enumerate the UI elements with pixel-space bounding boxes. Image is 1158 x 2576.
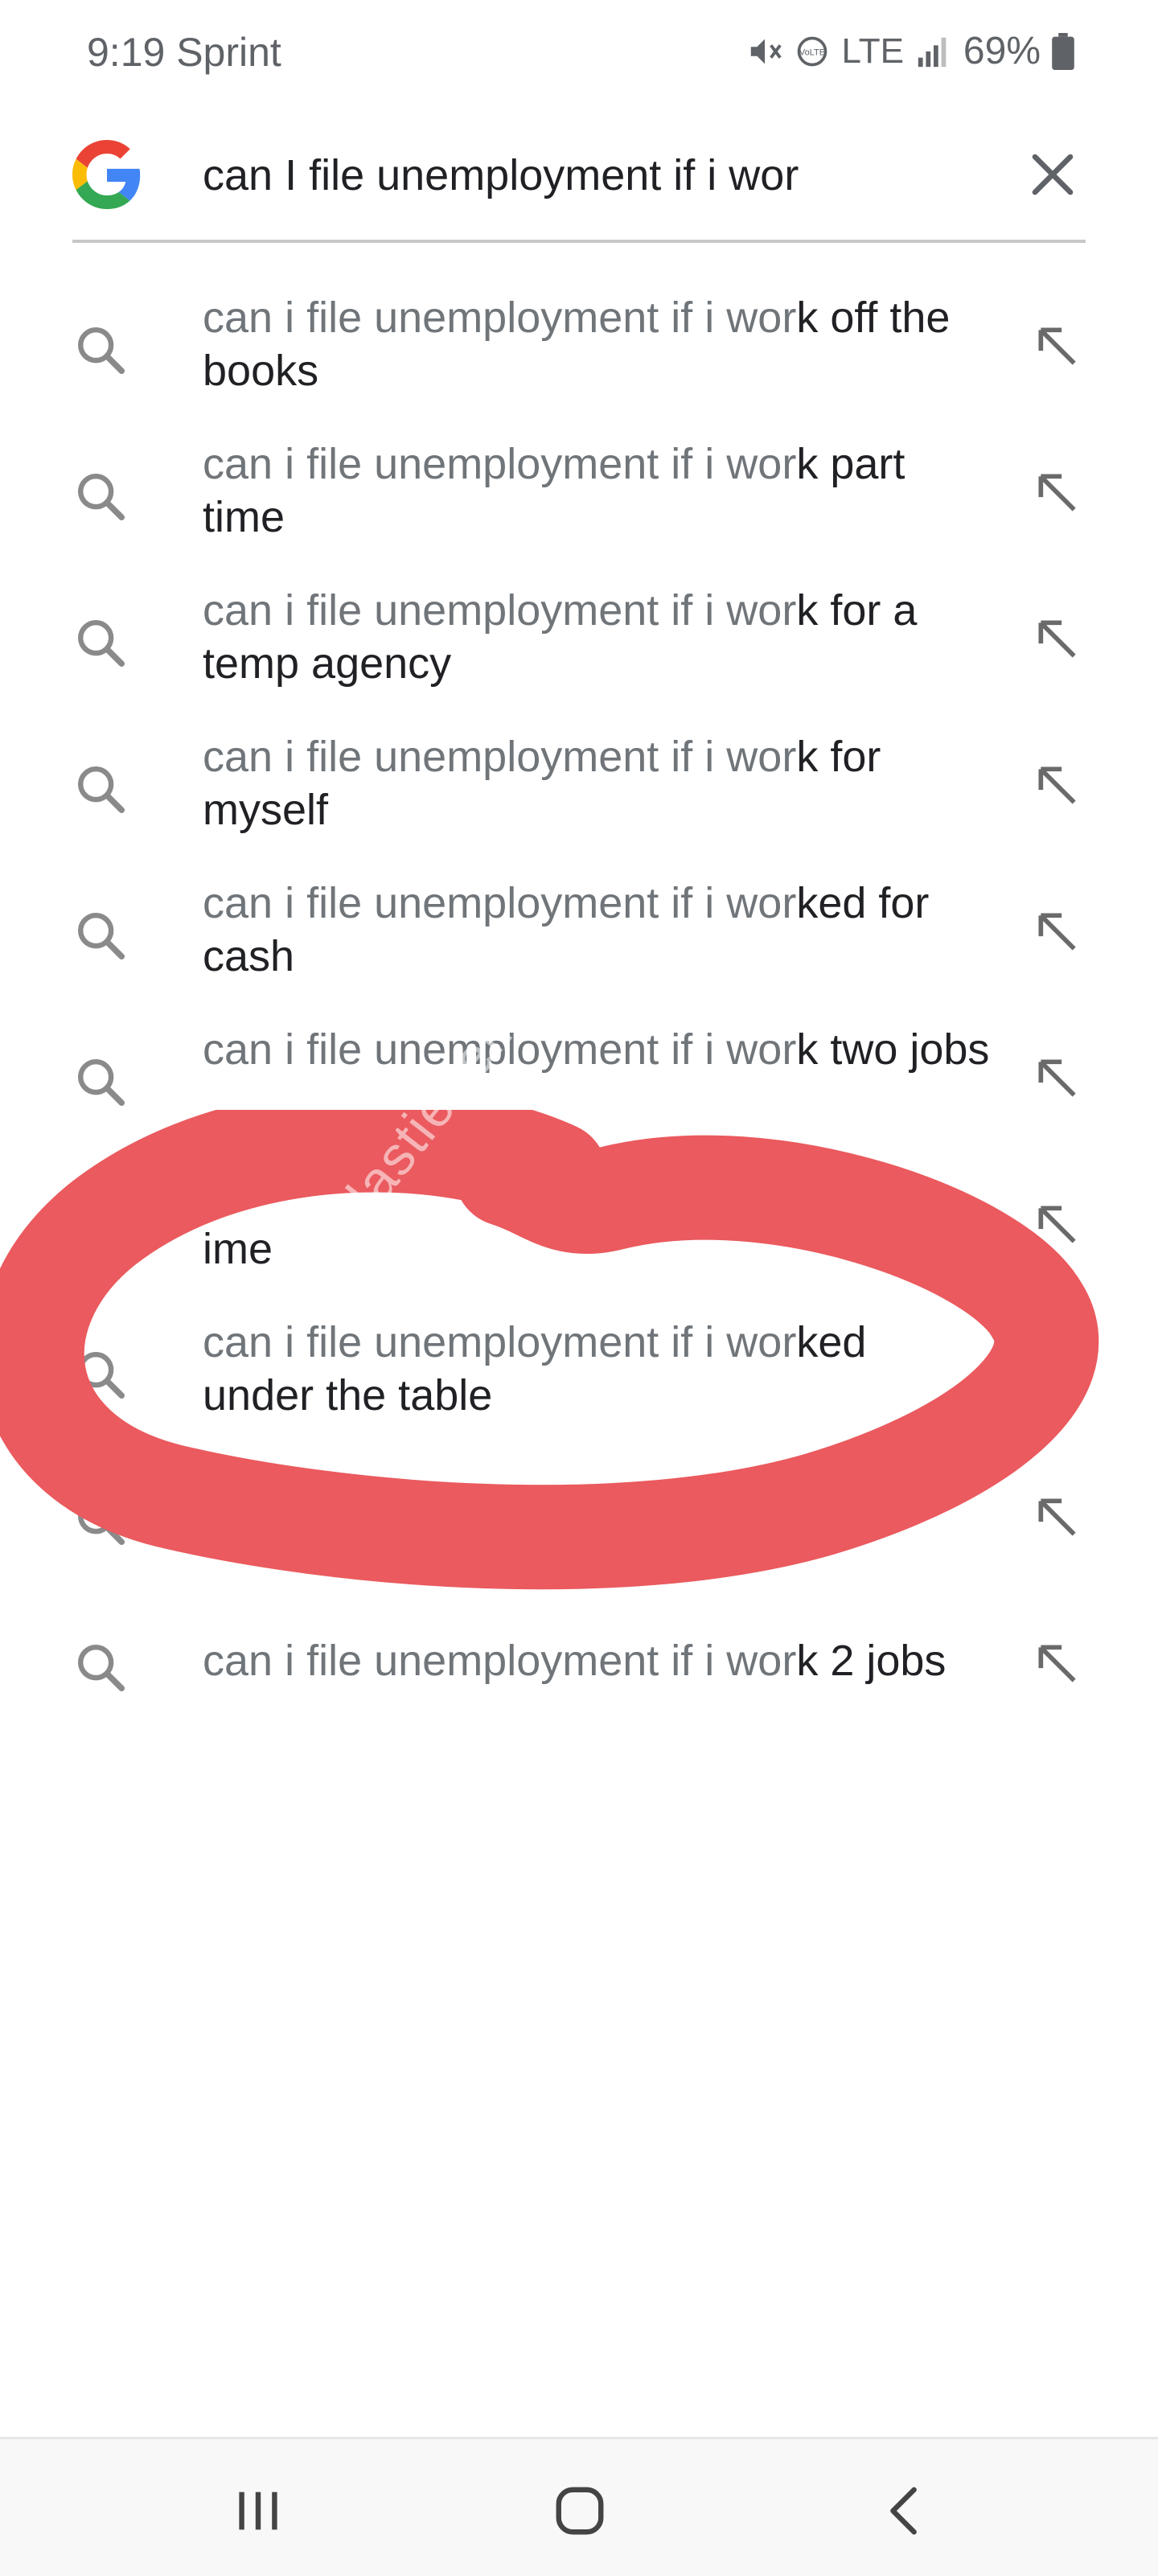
suggestion-prefix: can i file unemployment if i wor <box>203 1025 797 1074</box>
suggestion-list: can i file unemployment if i work off th… <box>0 290 1158 1753</box>
suggestion-prefix: can i file unemployment if i wor <box>203 440 797 488</box>
back-icon[interactable] <box>877 2483 933 2539</box>
arrow-up-left-icon[interactable] <box>1033 468 1082 518</box>
suggestion-item[interactable]: can i file unemployment if i work for a … <box>0 582 1158 729</box>
suggestion-text: can i file unemployment if i worked for … <box>203 877 991 983</box>
suggestion-item[interactable]: can i file unemployment if i work for my… <box>0 729 1158 875</box>
battery-icon <box>1052 32 1074 70</box>
search-icon <box>78 1644 125 1692</box>
suggestion-item[interactable]: can i file unemployment if i worked unde… <box>0 1314 1158 1461</box>
suggestion-item[interactable]: ime <box>0 1168 1158 1314</box>
search-icon <box>78 1498 125 1546</box>
suggestion-item[interactable]: can i file unemployment if i work two jo… <box>0 1021 1158 1168</box>
suggestion-text: can i file unemployment if i work for my… <box>203 730 991 836</box>
status-bar: 9:19 Sprint VoLTE LTE 69% <box>0 0 1158 105</box>
suggestion-prefix: can i file unemployment if i wor <box>203 586 797 635</box>
volte-icon: VoLTE <box>795 34 830 69</box>
suggestion-prefix: can i file unemployment if i wor <box>203 733 797 781</box>
suggestion-text: can i file unemployment if i work off th… <box>203 291 991 397</box>
suggestion-prefix: can i file unemployment if i wor <box>203 294 797 342</box>
suggestion-item[interactable]: can i file unemployment if i work part t… <box>0 436 1158 582</box>
suggestion-text: can i file unemployment if i work part t… <box>203 438 991 544</box>
suggestion-suffix: hours a week <box>203 1518 462 1566</box>
suggestion-text: can i file unemployment if i work for a … <box>203 584 991 690</box>
recent-apps-icon[interactable] <box>230 2483 286 2539</box>
search-icon <box>78 474 125 521</box>
arrow-up-left-icon[interactable] <box>1033 761 1082 811</box>
arrow-up-left-icon[interactable] <box>1033 322 1082 372</box>
volte-label: VoLTE <box>799 47 825 57</box>
arrow-up-left-icon[interactable] <box>1033 614 1082 664</box>
mute-icon <box>746 33 783 70</box>
search-icon <box>78 1352 125 1399</box>
suggestion-item[interactable]: can i file unemployment if i work 2 jobs <box>0 1607 1158 1753</box>
arrow-up-left-icon[interactable] <box>1033 1639 1082 1689</box>
suggestion-text: can i file unemployment if i worked unde… <box>203 1316 910 1422</box>
home-icon[interactable] <box>552 2483 608 2539</box>
suggestion-item[interactable]: can i file unemployment if i worked for … <box>0 875 1158 1021</box>
suggestion-prefix: can i file unemployment if i wor <box>203 1318 797 1366</box>
close-icon[interactable] <box>1026 148 1079 201</box>
suggestion-suffix: k two jobs <box>796 1025 990 1074</box>
suggestion-suffix: k 2 jobs <box>796 1637 947 1685</box>
status-icons: VoLTE LTE 69% <box>746 29 1074 73</box>
suggestion-item[interactable]: hours a week <box>0 1461 1158 1607</box>
suggestion-text: can i file unemployment if i work 2 jobs <box>203 1634 991 1687</box>
suggestion-text: can i file unemployment if i work two jo… <box>203 1023 991 1076</box>
arrow-up-left-icon[interactable] <box>1033 1493 1082 1543</box>
time-carrier: 9:19 Sprint <box>87 30 281 75</box>
arrow-up-left-icon[interactable] <box>1033 1200 1082 1250</box>
suggestion-prefix: can i file unemployment if i wor <box>203 879 797 927</box>
search-icon <box>78 620 125 668</box>
battery-percent: 69% <box>963 30 1041 72</box>
suggestion-prefix: can i file unemployment if i wor <box>203 1637 797 1685</box>
search-icon <box>78 913 125 960</box>
search-icon <box>78 1206 125 1253</box>
navigation-bar <box>0 2437 1158 2576</box>
search-input[interactable] <box>203 146 926 204</box>
suggestion-item[interactable]: can i file unemployment if i work off th… <box>0 290 1158 436</box>
search-icon <box>78 766 125 814</box>
arrow-up-left-icon[interactable] <box>1033 1054 1082 1103</box>
suggestion-text: ime <box>203 1169 991 1276</box>
search-icon <box>78 327 125 375</box>
suggestion-text: hours a week <box>203 1462 991 1568</box>
arrow-up-left-icon[interactable] <box>1033 907 1082 957</box>
signal-icon <box>915 33 952 70</box>
search-icon <box>78 1059 125 1107</box>
arrow-up-left-icon[interactable] <box>1033 1346 1082 1396</box>
google-logo-icon <box>72 140 141 209</box>
network-type: LTE <box>841 31 904 71</box>
search-bar <box>72 121 1086 243</box>
suggestion-suffix: ime <box>203 1225 273 1273</box>
